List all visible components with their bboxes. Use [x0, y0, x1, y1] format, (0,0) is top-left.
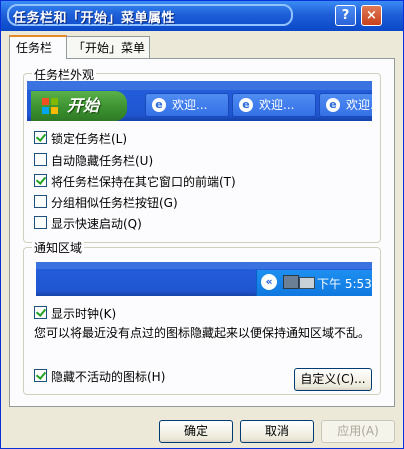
- start-label: 开始: [67, 96, 100, 115]
- apply-button[interactable]: 应用(A): [321, 420, 395, 443]
- group-label-notification: 通知区域: [32, 239, 85, 256]
- task-button-label: 欢迎...: [346, 98, 372, 112]
- ok-button[interactable]: 确定: [159, 420, 233, 443]
- ie-icon: e: [152, 98, 166, 112]
- task-button-preview: e 欢迎...: [232, 93, 316, 117]
- tray-preview-topline: [36, 262, 372, 269]
- task-button-label: 欢迎...: [172, 98, 208, 112]
- checkbox-label: 自动隐藏任务栏(U): [51, 154, 154, 168]
- customize-button[interactable]: 自定义(C)...: [294, 368, 372, 391]
- checkbox-label: 分组相似任务栏按钮(G): [51, 196, 178, 210]
- tray-area: « 下午 5:53: [256, 270, 372, 296]
- checkbox-label: 隐藏不活动的图标(H): [51, 370, 166, 384]
- checkbox-box[interactable]: [34, 195, 47, 208]
- checkbox-box[interactable]: [34, 131, 47, 144]
- checkbox-label: 显示时钟(K): [51, 307, 117, 321]
- ie-icon: e: [239, 98, 253, 112]
- chevron-left-icon: «: [261, 274, 277, 290]
- ie-icon: e: [326, 98, 340, 112]
- tab-start-menu[interactable]: 「开始」菜单: [66, 36, 150, 58]
- start-button-preview: 开始: [31, 91, 127, 121]
- network-icon: [283, 275, 299, 289]
- checkbox-box[interactable]: [34, 153, 47, 166]
- task-button-preview: e 欢迎...: [145, 93, 229, 117]
- close-button[interactable]: ×: [361, 5, 382, 26]
- checkbox-box[interactable]: [34, 174, 47, 187]
- properties-dialog: 任务栏和「开始」菜单属性 ? × 任务栏 「开始」菜单 任务栏外观 开始 e 欢…: [0, 0, 404, 449]
- help-button[interactable]: ?: [335, 5, 356, 26]
- checkbox-label: 将任务栏保持在其它窗口的前端(T): [51, 175, 236, 189]
- task-button-preview: e 欢迎...: [319, 93, 372, 117]
- clock-preview: 下午 5:53: [317, 277, 372, 291]
- checkbox-box[interactable]: [34, 369, 47, 382]
- notification-area-preview: « 下午 5:53: [36, 262, 372, 296]
- window-title: 任务栏和「开始」菜单属性: [13, 11, 176, 26]
- title-bar[interactable]: 任务栏和「开始」菜单属性 ? ×: [1, 1, 403, 31]
- checkbox-label: 锁定任务栏(L): [51, 132, 128, 146]
- tab-taskbar[interactable]: 任务栏: [9, 35, 67, 59]
- notification-description: 您可以将最近没有点过的图标隐藏起来以便保持通知区域不乱。: [34, 326, 371, 340]
- taskbar-preview: 开始 e 欢迎... e 欢迎... e 欢迎...: [27, 81, 372, 121]
- taskbar-preview-topline: [27, 81, 372, 90]
- checkbox-label: 显示快速启动(Q): [51, 217, 142, 231]
- cancel-button[interactable]: 取消: [240, 420, 314, 443]
- checkbox-box[interactable]: [34, 216, 47, 229]
- task-button-label: 欢迎...: [259, 98, 295, 112]
- computer-icon: [299, 277, 315, 289]
- checkbox-box[interactable]: [34, 306, 47, 319]
- windows-flag-icon: [42, 98, 58, 114]
